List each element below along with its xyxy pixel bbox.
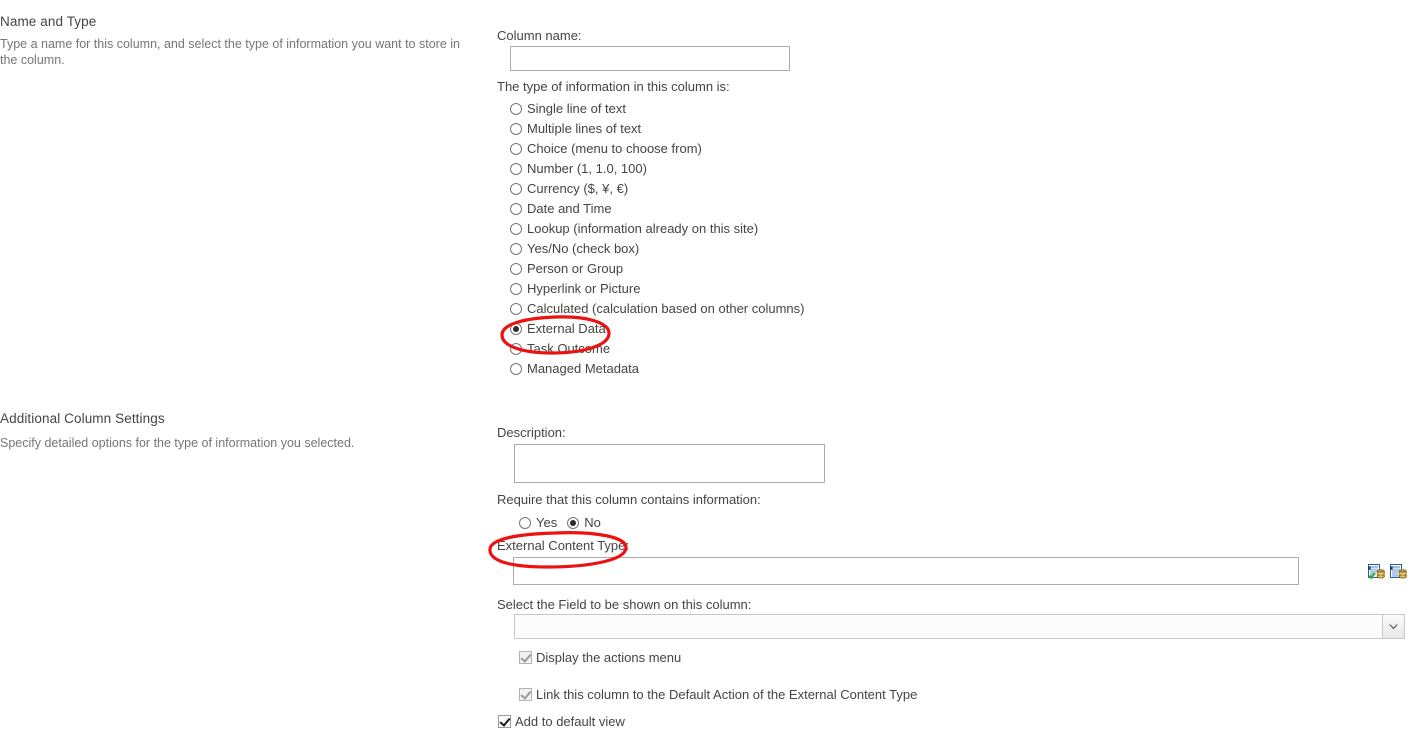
column-type-radio-label: Single line of text <box>527 101 627 116</box>
column-type-radio-label: Yes/No (check box) <box>527 241 640 256</box>
checkbox-add-to-default-view[interactable]: Add to default view <box>498 714 625 729</box>
require-information-radio-label: No <box>584 515 601 530</box>
column-type-radio-label: Date and Time <box>527 201 612 216</box>
column-type-radio-8[interactable]: Person or Group <box>510 259 805 279</box>
checkbox-label: Display the actions menu <box>536 650 682 665</box>
column-type-radio-group[interactable]: Single line of text Multiple lines of tex… <box>510 99 805 379</box>
radio-button-icon[interactable] <box>519 517 531 529</box>
require-information-radio-label: Yes <box>536 515 558 530</box>
column-type-radio-label: Person or Group <box>527 261 624 276</box>
column-type-radio-9[interactable]: Hyperlink or Picture <box>510 279 805 299</box>
radio-button-icon[interactable] <box>510 223 522 235</box>
column-type-radio-label: Multiple lines of text <box>527 121 642 136</box>
column-type-radio-1[interactable]: Multiple lines of text <box>510 119 805 139</box>
section-title-name-and-type: Name and Type <box>0 14 97 29</box>
external-content-type-label: External Content Type: <box>497 538 630 553</box>
radio-button-icon[interactable] <box>510 263 522 275</box>
section-title-additional-column-settings: Additional Column Settings <box>0 411 165 426</box>
section-description-name-and-type: Type a name for this column, and select … <box>0 37 460 67</box>
checkbox-label: Link this column to the Default Action o… <box>536 687 918 702</box>
browse-external-content-type-icon[interactable] <box>1390 564 1407 581</box>
radio-button-icon[interactable] <box>510 203 522 215</box>
radio-button-icon[interactable] <box>510 103 522 115</box>
radio-button-icon[interactable] <box>510 283 522 295</box>
checkbox-icon <box>519 651 532 664</box>
select-field-dropdown[interactable] <box>514 614 1405 639</box>
column-type-radio-12[interactable]: Task Outcome <box>510 339 805 359</box>
checkbox-link-default-action[interactable]: Link this column to the Default Action o… <box>519 687 917 702</box>
column-type-radio-3[interactable]: Number (1, 1.0, 100) <box>510 159 805 179</box>
column-type-radio-13[interactable]: Managed Metadata <box>510 359 805 379</box>
description-label: Description: <box>497 425 566 440</box>
column-type-radio-0[interactable]: Single line of text <box>510 99 805 119</box>
radio-button-icon[interactable] <box>510 143 522 155</box>
checkbox-icon <box>519 688 532 701</box>
radio-button-icon[interactable] <box>510 243 522 255</box>
column-type-radio-6[interactable]: Lookup (information already on this site… <box>510 219 805 239</box>
column-type-radio-7[interactable]: Yes/No (check box) <box>510 239 805 259</box>
column-type-radio-11[interactable]: External Data <box>510 319 805 339</box>
column-type-radio-label: Task Outcome <box>527 341 611 356</box>
radio-button-icon[interactable] <box>510 123 522 135</box>
column-type-radio-label: Number (1, 1.0, 100) <box>527 161 647 176</box>
require-information-radio-yes[interactable]: Yes <box>519 513 557 533</box>
column-type-radio-4[interactable]: Currency ($, ¥, €) <box>510 179 805 199</box>
column-name-input[interactable] <box>510 46 790 71</box>
column-type-radio-2[interactable]: Choice (menu to choose from) <box>510 139 805 159</box>
column-type-radio-label: External Data <box>527 321 606 336</box>
check-external-content-type-icon[interactable] <box>1368 564 1385 581</box>
column-type-radio-10[interactable]: Calculated (calculation based on other c… <box>510 299 805 319</box>
column-type-radio-label: Lookup (information already on this site… <box>527 221 759 236</box>
column-type-radio-label: Calculated (calculation based on other c… <box>527 301 805 316</box>
radio-button-icon[interactable] <box>510 303 522 315</box>
chevron-down-icon <box>1382 615 1404 638</box>
select-field-label: Select the Field to be shown on this col… <box>497 597 752 612</box>
column-name-label: Column name: <box>497 28 582 43</box>
column-type-radio-label: Hyperlink or Picture <box>527 281 641 296</box>
column-type-label: The type of information in this column i… <box>497 79 730 94</box>
checkbox-icon[interactable] <box>498 715 511 728</box>
description-textarea[interactable] <box>514 444 825 483</box>
radio-button-icon[interactable] <box>510 323 522 335</box>
radio-button-icon[interactable] <box>510 183 522 195</box>
radio-button-icon[interactable] <box>510 363 522 375</box>
checkbox-display-actions-menu[interactable]: Display the actions menu <box>519 650 681 665</box>
radio-button-icon[interactable] <box>567 517 580 529</box>
column-type-radio-5[interactable]: Date and Time <box>510 199 805 219</box>
require-information-radio-group[interactable]: Yes No <box>519 513 611 533</box>
checkbox-label: Add to default view <box>515 714 625 729</box>
column-type-radio-label: Choice (menu to choose from) <box>527 141 702 156</box>
require-information-radio-no[interactable]: No <box>567 513 601 533</box>
column-type-radio-label: Currency ($, ¥, €) <box>527 181 629 196</box>
external-content-type-input[interactable] <box>513 557 1299 585</box>
radio-button-icon[interactable] <box>510 163 522 175</box>
require-information-label: Require that this column contains inform… <box>497 492 761 507</box>
column-type-radio-label: Managed Metadata <box>527 361 640 376</box>
radio-button-icon[interactable] <box>510 343 522 355</box>
section-description-additional-column-settings: Specify detailed options for the type of… <box>0 436 355 450</box>
select-field-dropdown-value <box>515 615 1382 638</box>
